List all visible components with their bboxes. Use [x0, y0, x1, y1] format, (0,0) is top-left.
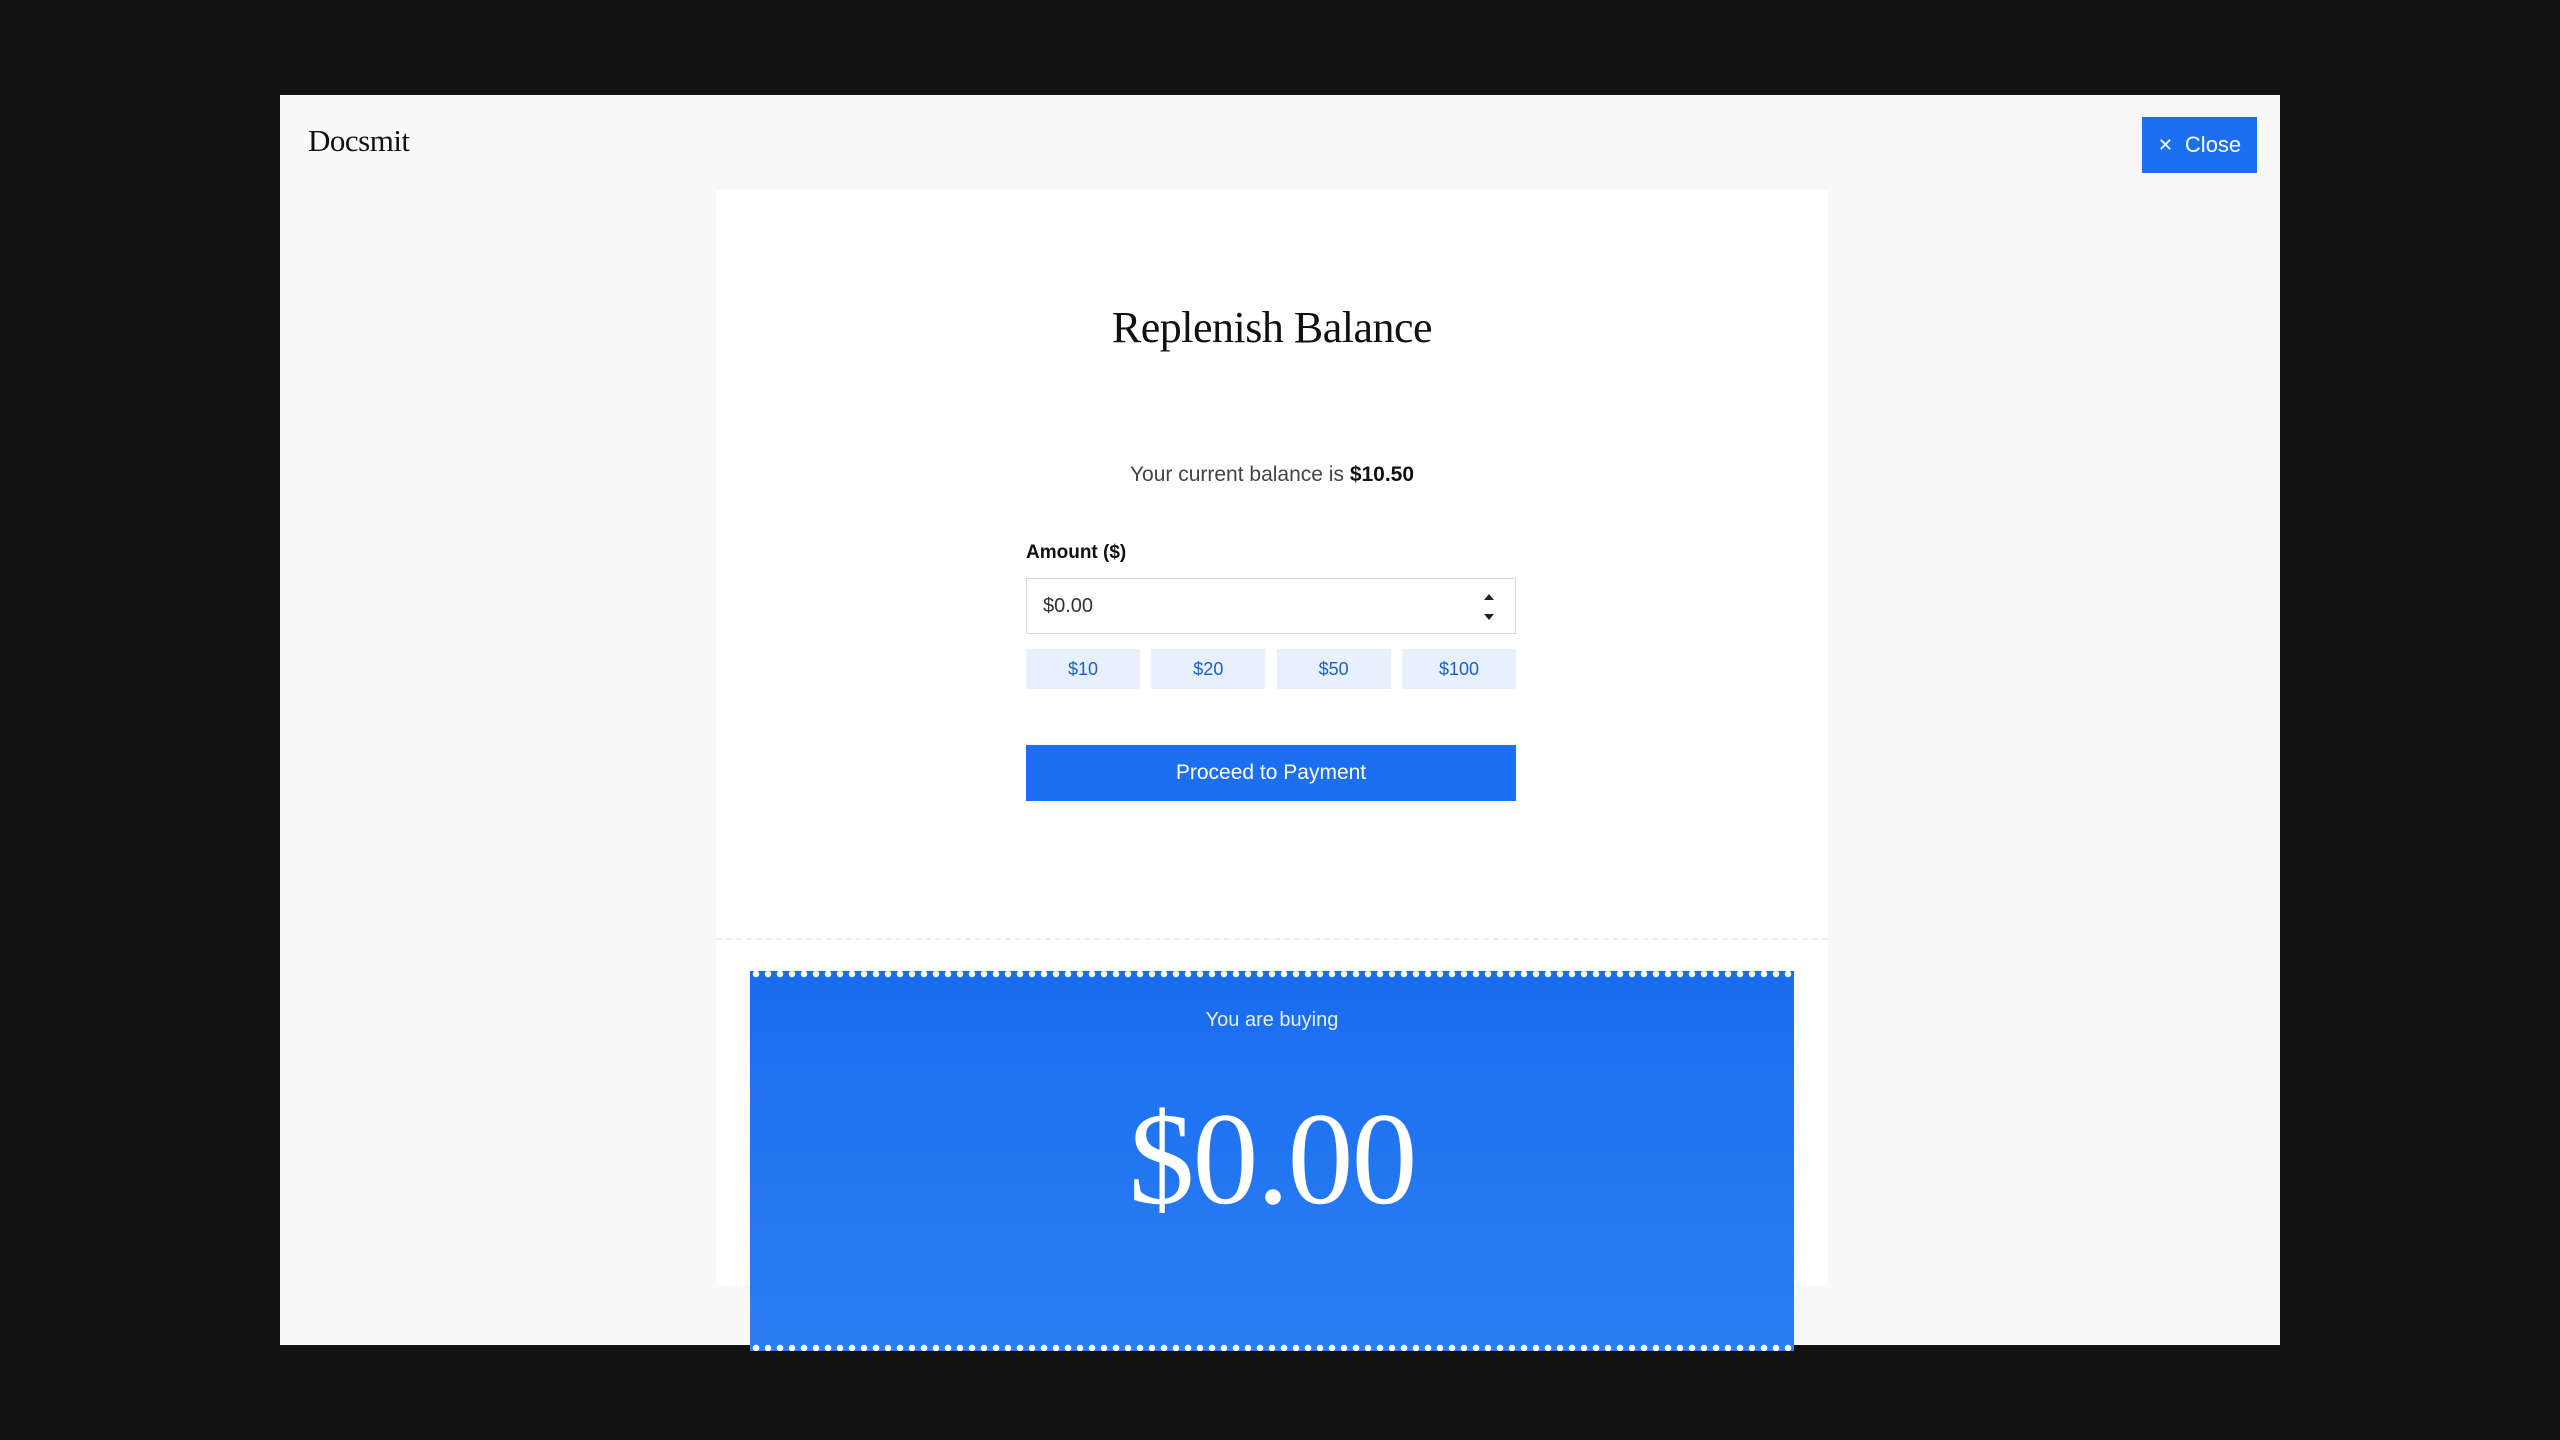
buying-amount: $0.00: [1128, 1085, 1418, 1232]
brand-logo: Docsmit: [308, 123, 410, 158]
purchase-ticket: You are buying $0.00: [750, 971, 1794, 1351]
replenish-card: Replenish Balance Your current balance i…: [716, 190, 1828, 1351]
amount-field-wrapper: [1026, 578, 1516, 634]
replenish-modal: Docsmit ✕ Close Replenish Balance Your c…: [280, 95, 2280, 1351]
balance-prefix: Your current balance is: [1129, 463, 1344, 486]
current-balance-text: Your current balance is $10.50: [716, 463, 1828, 487]
amount-form: Amount ($) $10 $20 $50 $100 Proceed to P…: [1026, 542, 1516, 801]
proceed-to-payment-button[interactable]: Proceed to Payment: [1026, 745, 1516, 801]
ticket-perforation-top: [750, 971, 1794, 978]
preset-amounts: $10 $20 $50 $100: [1026, 649, 1516, 689]
preset-10-button[interactable]: $10: [1026, 649, 1140, 689]
preset-100-button[interactable]: $100: [1401, 649, 1516, 689]
preset-50-button[interactable]: $50: [1276, 649, 1391, 689]
ticket-perforation-bottom: [750, 1344, 1794, 1351]
close-button[interactable]: ✕ Close: [2142, 117, 2257, 173]
close-button-label: Close: [2184, 132, 2242, 157]
chevron-up-icon[interactable]: [1484, 594, 1494, 600]
preset-20-button[interactable]: $20: [1151, 649, 1266, 689]
amount-input[interactable]: [1027, 579, 1515, 633]
page-title: Replenish Balance: [1111, 303, 1433, 352]
amount-label: Amount ($): [1026, 542, 1127, 563]
buying-label: You are buying: [1205, 1009, 1339, 1031]
ticket-divider: [716, 938, 1828, 940]
close-icon: ✕: [2157, 135, 2173, 155]
amount-stepper[interactable]: [1483, 594, 1495, 620]
chevron-down-icon[interactable]: [1484, 614, 1494, 620]
balance-value: $10.50: [1349, 463, 1415, 486]
